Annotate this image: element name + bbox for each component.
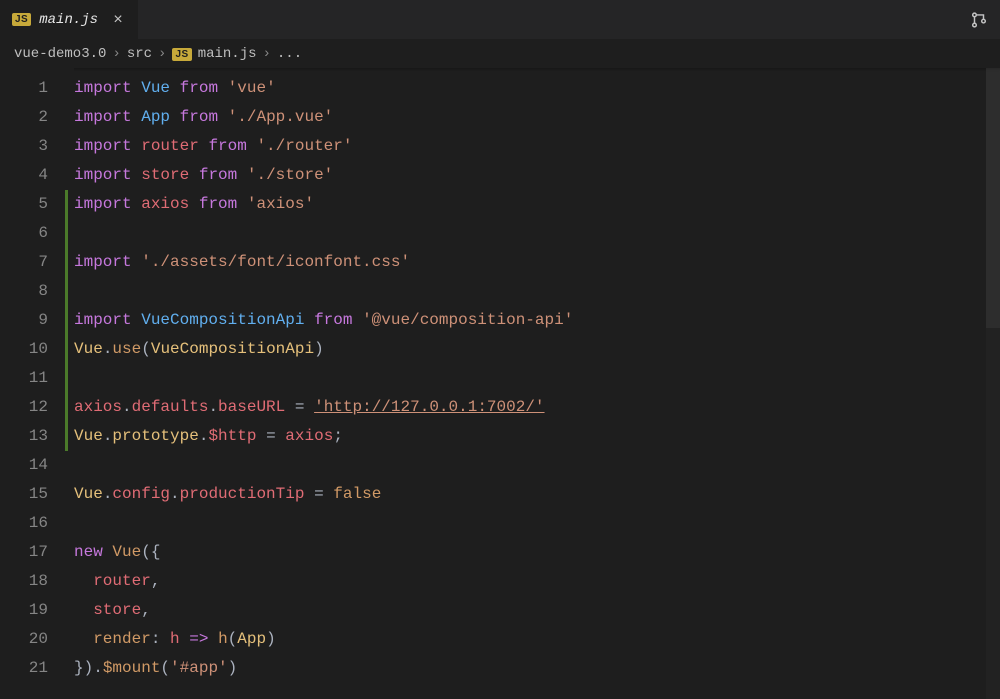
line-number: 4 (0, 161, 74, 190)
compare-changes-icon[interactable] (970, 11, 988, 29)
line-number: 21 (0, 654, 74, 683)
breadcrumb-project[interactable]: vue-demo3.0 (14, 46, 106, 62)
code-line[interactable] (74, 277, 1000, 306)
line-number: 9 (0, 306, 74, 335)
line-number: 2 (0, 103, 74, 132)
line-number: 10 (0, 335, 74, 364)
scroll-thumb[interactable] (986, 68, 1000, 328)
line-number: 12 (0, 393, 74, 422)
tab-actions (958, 0, 1000, 39)
code-content[interactable]: import Vue from 'vue'import App from './… (74, 68, 1000, 699)
line-number: 20 (0, 625, 74, 654)
line-number: 3 (0, 132, 74, 161)
code-line[interactable]: import './assets/font/iconfont.css' (74, 248, 1000, 277)
line-number: 11 (0, 364, 74, 393)
breadcrumb-file[interactable]: main.js (198, 46, 257, 62)
code-line[interactable]: axios.defaults.baseURL = 'http://127.0.0… (74, 393, 1000, 422)
code-line[interactable] (74, 451, 1000, 480)
code-line[interactable]: import store from './store' (74, 161, 1000, 190)
line-number: 18 (0, 567, 74, 596)
code-line[interactable]: import Vue from 'vue' (74, 74, 1000, 103)
code-line[interactable]: render: h => h(App) (74, 625, 1000, 654)
line-number: 19 (0, 596, 74, 625)
tab-bar: JS main.js × (0, 0, 1000, 40)
js-file-icon: JS (12, 13, 31, 26)
code-line[interactable] (74, 364, 1000, 393)
code-line[interactable]: import App from './App.vue' (74, 103, 1000, 132)
line-number: 13 (0, 422, 74, 451)
chevron-right-icon: › (263, 46, 271, 62)
code-line[interactable]: import axios from 'axios' (74, 190, 1000, 219)
tab-main-js[interactable]: JS main.js × (0, 0, 139, 39)
code-line[interactable] (74, 219, 1000, 248)
line-number: 16 (0, 509, 74, 538)
line-number: 5 (0, 190, 74, 219)
line-number: 15 (0, 480, 74, 509)
line-number: 7 (0, 248, 74, 277)
editor-root: JS main.js × vue-demo3.0 › src › JS main… (0, 0, 1000, 699)
code-line[interactable]: store, (74, 596, 1000, 625)
vertical-scrollbar[interactable] (986, 68, 1000, 699)
breadcrumb: vue-demo3.0 › src › JS main.js › ... (0, 40, 1000, 68)
code-line[interactable]: import VueCompositionApi from '@vue/comp… (74, 306, 1000, 335)
code-line[interactable]: new Vue({ (74, 538, 1000, 567)
breadcrumb-ellipsis[interactable]: ... (277, 46, 302, 62)
code-line[interactable]: Vue.prototype.$http = axios; (74, 422, 1000, 451)
line-number: 6 (0, 219, 74, 248)
code-line[interactable]: Vue.use(VueCompositionApi) (74, 335, 1000, 364)
code-area: 123456789101112131415161718192021 import… (0, 68, 1000, 699)
code-line[interactable]: router, (74, 567, 1000, 596)
line-number: 14 (0, 451, 74, 480)
breadcrumb-folder[interactable]: src (127, 46, 152, 62)
line-number: 8 (0, 277, 74, 306)
line-number: 1 (0, 74, 74, 103)
line-number-gutter: 123456789101112131415161718192021 (0, 68, 74, 699)
close-icon[interactable]: × (110, 11, 126, 29)
code-line[interactable]: import router from './router' (74, 132, 1000, 161)
tab-label: main.js (39, 12, 98, 28)
line-number: 17 (0, 538, 74, 567)
code-line[interactable]: Vue.config.productionTip = false (74, 480, 1000, 509)
chevron-right-icon: › (158, 46, 166, 62)
code-line[interactable] (74, 509, 1000, 538)
chevron-right-icon: › (112, 46, 120, 62)
code-line[interactable]: }).$mount('#app') (74, 654, 1000, 683)
js-file-icon: JS (172, 48, 191, 61)
